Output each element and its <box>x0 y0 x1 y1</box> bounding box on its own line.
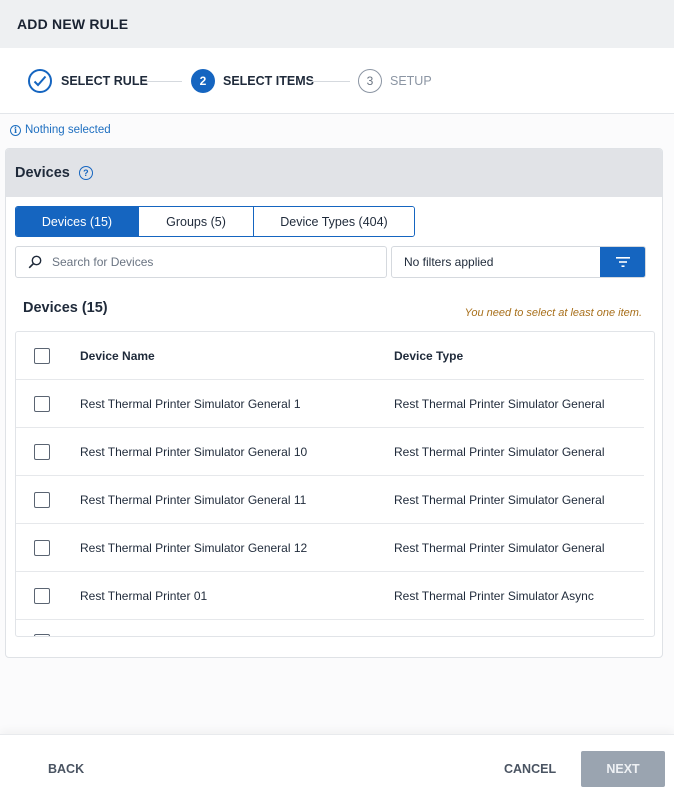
row-checkbox[interactable] <box>34 395 50 412</box>
table-row[interactable]: Rest Thermal Printer Simulator General 1… <box>16 380 644 428</box>
search-icon <box>28 255 42 269</box>
selection-info-text: Nothing selected <box>25 124 111 136</box>
devices-panel: Devices ? Devices (15) Groups (5) Device… <box>5 148 663 658</box>
tab-device-types[interactable]: Device Types (404) <box>254 207 414 236</box>
step-1-label: SELECT RULE <box>61 74 148 88</box>
select-all-checkbox[interactable] <box>34 347 50 364</box>
back-button[interactable]: BACK <box>48 762 84 776</box>
filter-button[interactable] <box>600 247 645 277</box>
dialog-header: ADD NEW RULE <box>0 0 674 48</box>
search-box <box>15 246 387 278</box>
row-checkbox[interactable] <box>34 443 50 460</box>
device-name: Rest Thermal Printer Simulator General 1… <box>80 540 308 555</box>
filter-icon <box>616 256 630 267</box>
device-type: Rest Thermal Printer Simulator General <box>394 540 605 555</box>
table-row[interactable]: Rest Thermal Printer Simulator General 1… <box>16 428 644 476</box>
table-row[interactable]: Rest Thermal Printer Simulator General 1… <box>16 524 644 572</box>
device-name: Rest Thermal Printer Simulator General 1… <box>80 444 308 459</box>
dialog-title: ADD NEW RULE <box>17 16 129 32</box>
device-type: Rest Thermal Printer Simulator Async <box>394 588 594 603</box>
device-name: Rest Thermal Printer Simulator General 1 <box>80 396 301 411</box>
selection-info: i Nothing selected <box>10 124 111 136</box>
panel-title: Devices <box>15 165 70 181</box>
row-checkbox[interactable] <box>34 587 50 604</box>
row-checkbox[interactable] <box>34 491 50 508</box>
column-header-device-name: Device Name <box>80 348 155 363</box>
table-row[interactable]: Rest Thermal Printer Simulator General 1… <box>16 476 644 524</box>
next-button[interactable]: NEXT <box>581 751 665 787</box>
step-2-number: 2 <box>191 69 215 93</box>
step-connector <box>310 81 350 82</box>
list-title: Devices (15) <box>23 300 108 316</box>
table-row-partial[interactable] <box>16 620 644 636</box>
row-checkbox[interactable] <box>34 539 50 556</box>
device-name: Rest Thermal Printer 01 <box>80 588 208 603</box>
stepper: SELECT RULE 2 SELECT ITEMS 3 SETUP <box>0 48 674 114</box>
step-2-label: SELECT ITEMS <box>223 74 314 88</box>
table-row[interactable]: Rest Thermal Printer 01 Rest Thermal Pri… <box>16 572 644 620</box>
column-header-device-type: Device Type <box>394 348 464 363</box>
info-icon: i <box>10 124 21 136</box>
panel-header: Devices ? <box>6 149 662 197</box>
devices-table: Device Name Device Type Rest Thermal Pri… <box>15 331 655 637</box>
dialog-footer: BACK CANCEL NEXT <box>0 734 674 794</box>
device-type: Rest Thermal Printer Simulator General <box>394 492 605 507</box>
device-type: Rest Thermal Printer Simulator General <box>394 396 605 411</box>
step-3-label: SETUP <box>390 74 432 88</box>
help-icon[interactable]: ? <box>78 166 93 180</box>
filter-status: No filters applied <box>404 255 494 269</box>
validation-warning: You need to select at least one item. <box>464 307 642 319</box>
step-1-check-icon <box>28 69 52 93</box>
tab-groups[interactable]: Groups (5) <box>139 207 254 236</box>
device-name: Rest Thermal Printer Simulator General 1… <box>80 492 307 507</box>
search-input[interactable] <box>52 255 352 269</box>
add-rule-dialog: ADD NEW RULE SELECT RULE 2 SELECT ITEMS … <box>0 0 674 794</box>
cancel-button[interactable]: CANCEL <box>504 762 556 776</box>
tab-devices[interactable]: Devices (15) <box>16 207 139 236</box>
step-connector <box>143 81 182 82</box>
table-header-row: Device Name Device Type <box>16 332 644 380</box>
filter-box: No filters applied <box>391 246 646 278</box>
device-type: Rest Thermal Printer Simulator General <box>394 444 605 459</box>
item-type-tabs: Devices (15) Groups (5) Device Types (40… <box>15 206 415 237</box>
step-3-number: 3 <box>358 69 382 93</box>
row-checkbox[interactable] <box>34 634 50 636</box>
